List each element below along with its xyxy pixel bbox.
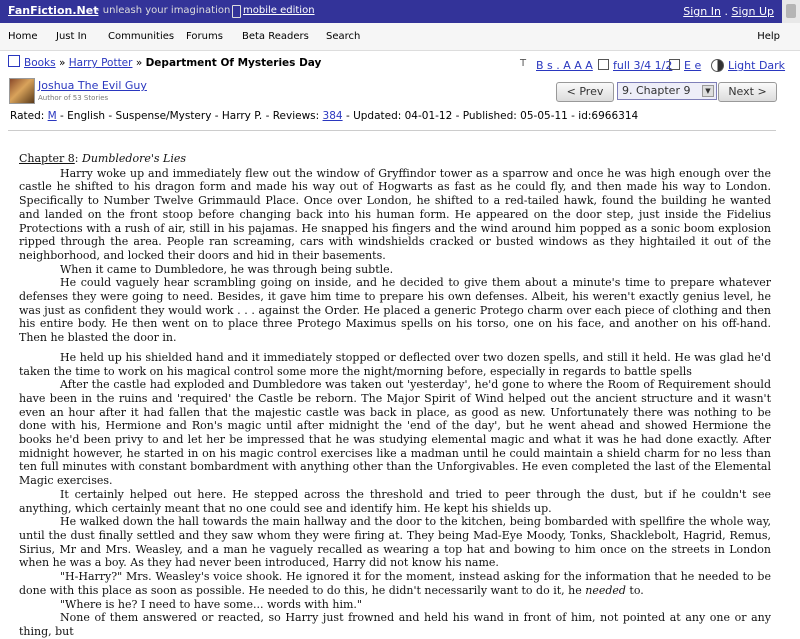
next-chapter-button[interactable]: Next > <box>718 82 777 102</box>
divider <box>8 130 776 131</box>
sign-up-link[interactable]: Sign Up <box>731 5 774 18</box>
chapter-select-value: 9. Chapter 9 <box>622 84 691 97</box>
site-logo-link[interactable]: FanFiction.Net <box>8 4 98 17</box>
site-tagline: - unleash your imagination <box>96 5 231 16</box>
width-icon[interactable] <box>598 59 609 70</box>
story-text-run: "H-Harry?" Mrs. Weasley's voice shook. H… <box>19 570 771 597</box>
breadcrumb-harry-potter-link[interactable]: Harry Potter <box>69 57 133 69</box>
chapter-heading: Chapter 8: Dumbledore's Lies <box>19 152 771 166</box>
mobile-edition-link[interactable]: mobile edition <box>243 5 315 16</box>
story-text: Chapter 8: Dumbledore's Lies Harry woke … <box>19 152 771 639</box>
breadcrumb-books-link[interactable]: Books <box>24 57 56 69</box>
menu-beta-readers[interactable]: Beta Readers <box>242 31 309 42</box>
chapter-separator: : <box>74 152 79 165</box>
story-paragraph: "H-Harry?" Mrs. Weasley's voice shook. H… <box>19 570 771 597</box>
story-title: Department Of Mysteries Day <box>145 57 322 69</box>
rating-link[interactable]: M <box>48 110 57 122</box>
menu-home[interactable]: Home <box>8 31 38 42</box>
menu-communities[interactable]: Communities <box>108 31 174 42</box>
breadcrumb: Books » Harry Potter » Department Of Mys… <box>8 55 321 69</box>
chapter-select[interactable]: 9. Chapter 9 ▼ <box>617 82 717 100</box>
author-name-link[interactable]: Joshua The Evil Guy <box>38 79 147 92</box>
chapter-title: Dumbledore's Lies <box>82 152 186 165</box>
spacing-icon[interactable] <box>669 59 680 70</box>
story-paragraph: None of them answered or reacted, so Har… <box>19 611 771 638</box>
breadcrumb-separator: » <box>135 57 143 69</box>
meta-dates: - Updated: 04-01-12 - Published: 05-05-1… <box>345 110 639 122</box>
story-meta: Rated: M - English - Suspense/Mystery - … <box>10 110 638 122</box>
main-menu: Home Just In Communities Forums Beta Rea… <box>0 23 800 51</box>
chapter-label: Chapter 8 <box>19 152 75 165</box>
story-paragraph: It certainly helped out here. He stepped… <box>19 487 771 515</box>
breadcrumb-separator: » <box>58 57 66 69</box>
story-paragraph: Harry woke up and immediately flew out t… <box>19 166 771 262</box>
menu-help[interactable]: Help <box>757 31 780 42</box>
author-avatar[interactable] <box>9 78 35 104</box>
rated-label: Rated: <box>10 110 45 122</box>
story-paragraph: He could vaguely hear scrambling going o… <box>19 276 771 345</box>
story-paragraph: After the castle had exploded and Dumble… <box>19 378 771 488</box>
book-checkbox-icon[interactable] <box>8 55 20 67</box>
text-format-icon[interactable]: T <box>520 58 533 71</box>
meta-details: - English - Suspense/Mystery - Harry P. … <box>60 110 320 122</box>
width-options[interactable]: full 3/4 1/2 <box>613 59 672 72</box>
author-subtitle: Author of 53 Stories <box>38 94 109 102</box>
menu-search[interactable]: Search <box>326 31 360 42</box>
theme-options[interactable]: Light Dark <box>728 59 785 72</box>
auth-links: Sign In . Sign Up <box>683 5 774 18</box>
story-paragraph: When it came to Dumbledore, he was throu… <box>60 262 394 276</box>
story-emphasis: needed <box>585 583 626 597</box>
format-options[interactable]: B s . A A A <box>536 59 593 72</box>
story-text-run: to. <box>625 583 644 597</box>
top-bar: FanFiction.Net - unleash your imaginatio… <box>0 0 800 23</box>
story-paragraph: He held up his shielded hand and it imme… <box>19 350 771 378</box>
story-paragraph: He walked down the hall towards the main… <box>19 515 771 570</box>
scrollbar-thumb[interactable] <box>786 4 796 18</box>
prev-chapter-button[interactable]: < Prev <box>556 82 614 102</box>
menu-forums[interactable]: Forums <box>186 31 223 42</box>
spacing-options[interactable]: E e <box>684 59 701 72</box>
sign-in-link[interactable]: Sign In <box>683 5 721 18</box>
menu-just-in[interactable]: Just In <box>56 31 87 42</box>
reviews-link[interactable]: 384 <box>323 110 343 122</box>
mobile-phone-icon <box>232 5 241 18</box>
scrollbar-track[interactable] <box>782 0 800 23</box>
theme-icon[interactable] <box>711 59 724 72</box>
chevron-down-icon: ▼ <box>702 85 714 97</box>
